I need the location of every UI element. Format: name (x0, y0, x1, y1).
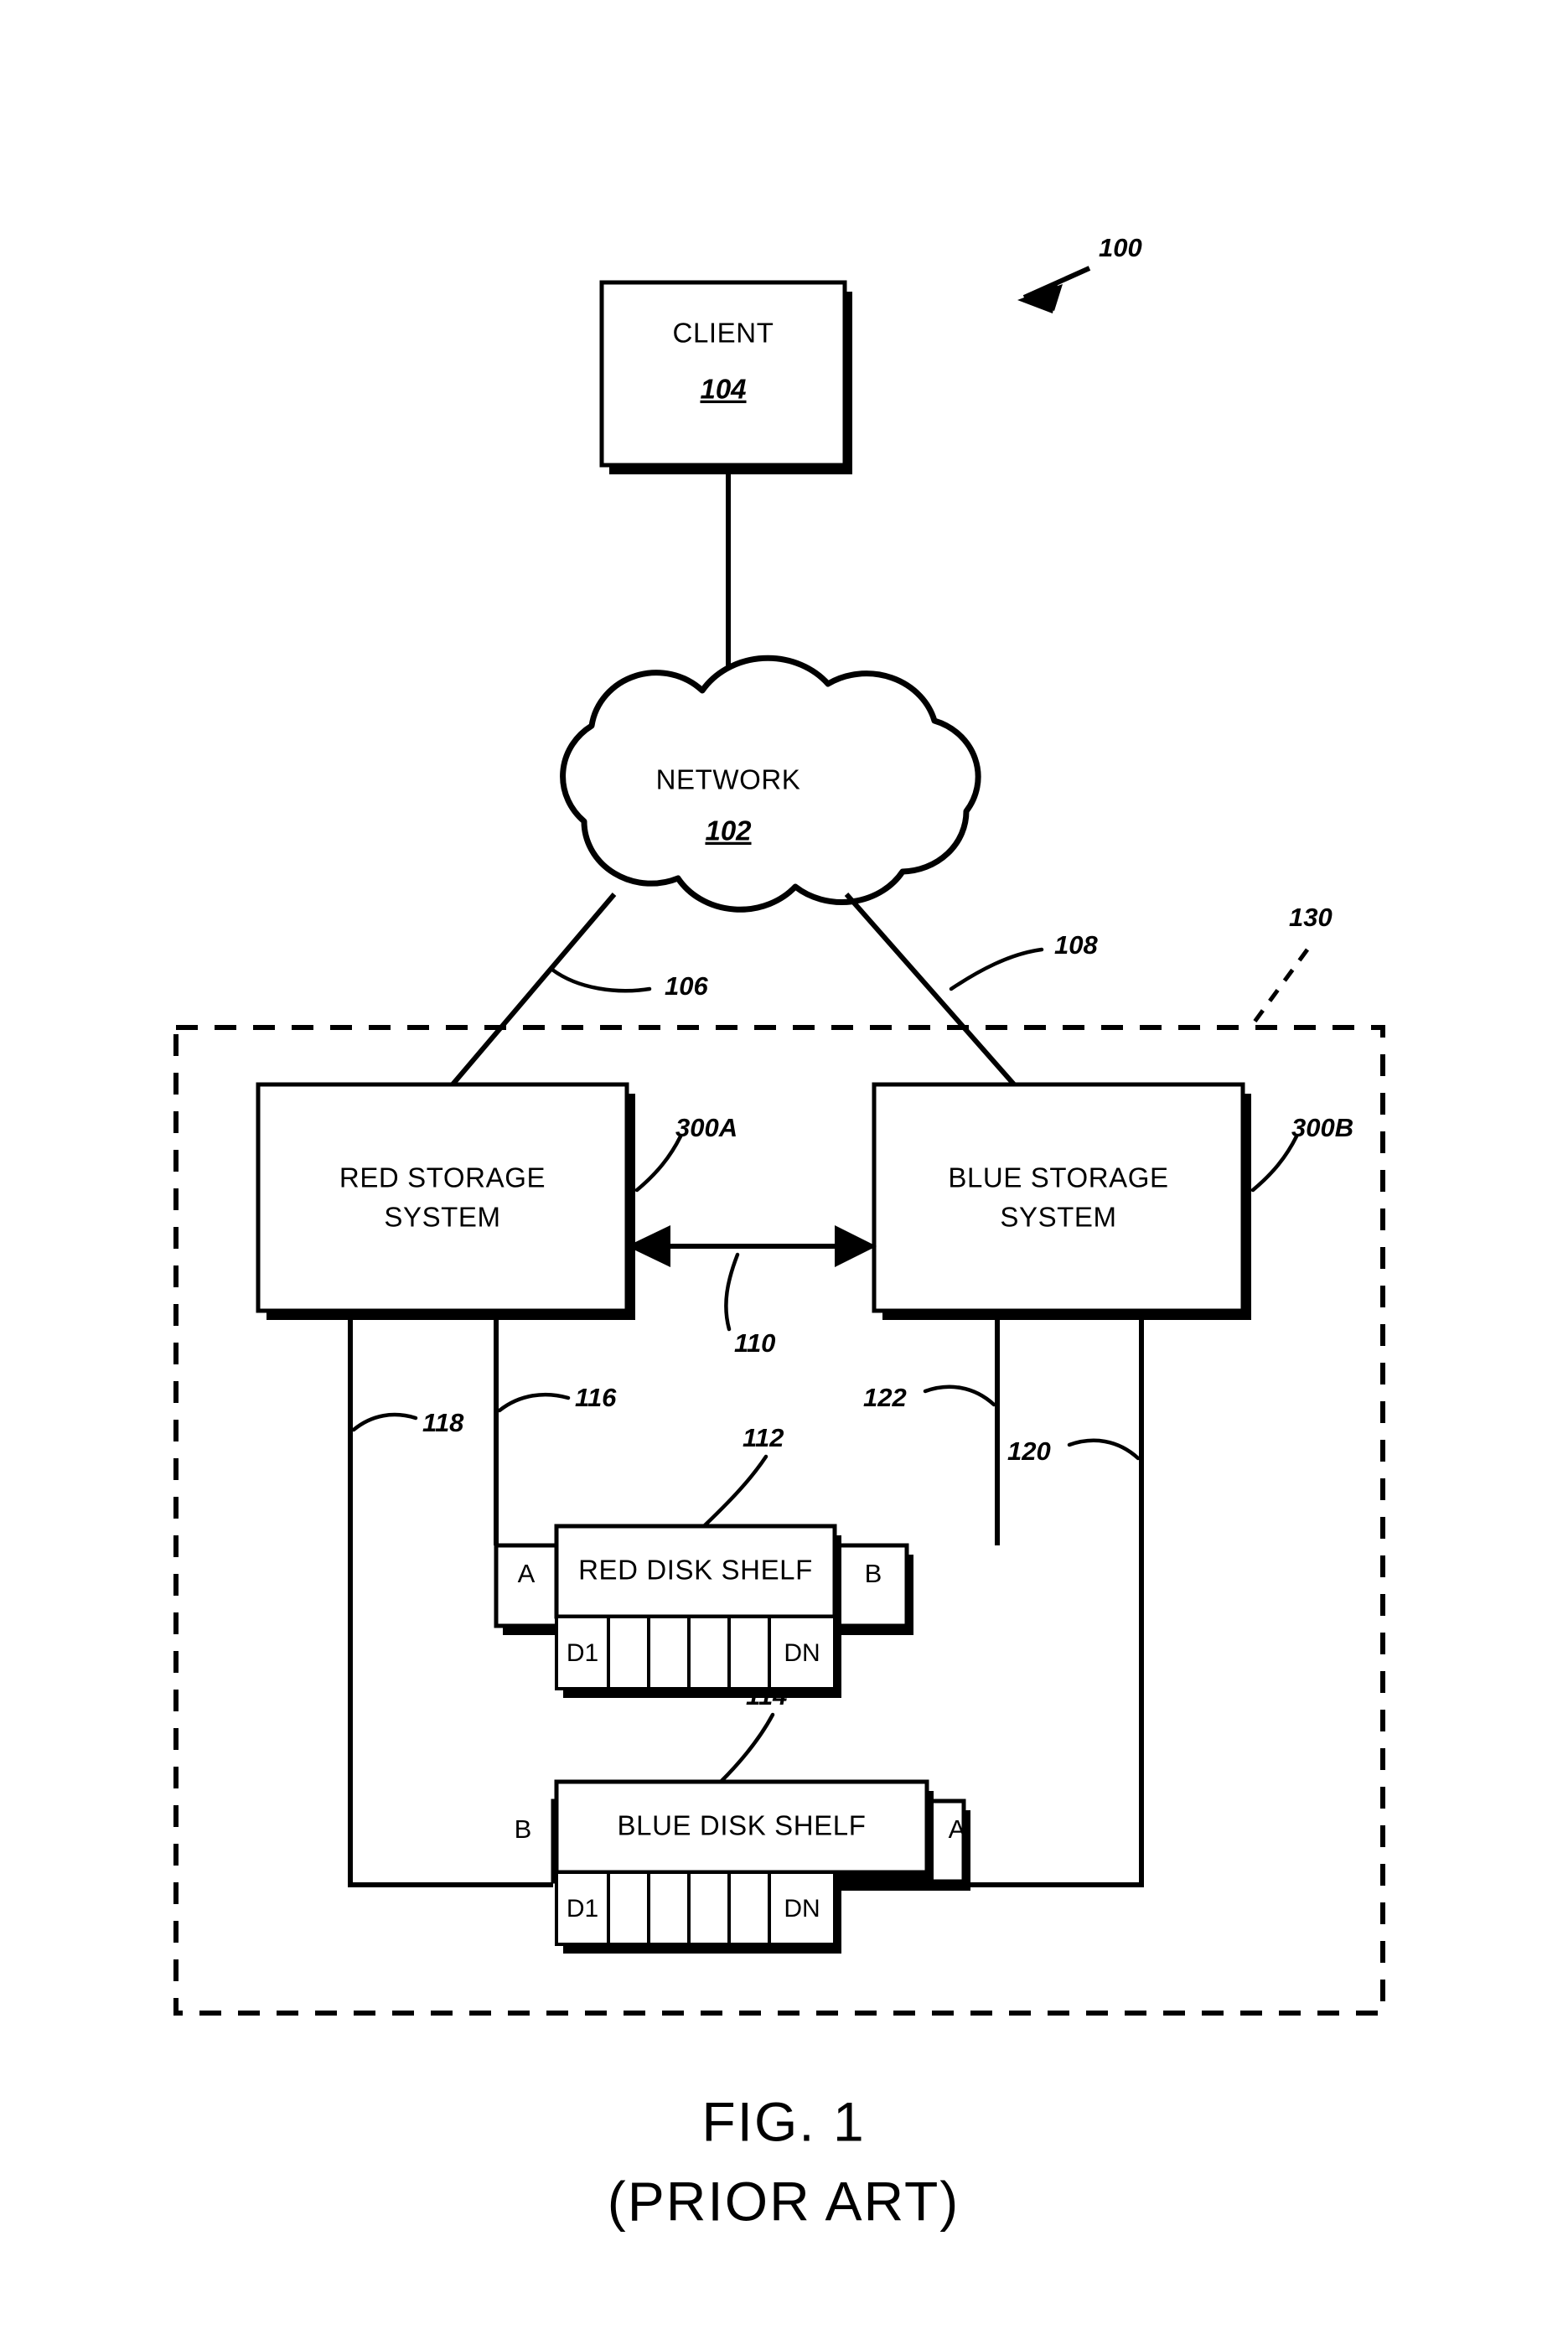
system-ref-label: 100 (1099, 233, 1142, 262)
ref-114-label: 114 (746, 1681, 787, 1711)
blue-storage-label-line1: BLUE STORAGE (948, 1162, 1168, 1193)
network-ref: 102 (705, 815, 752, 846)
ref-110-label: 110 (734, 1328, 775, 1358)
ref-108-label: 108 (1054, 930, 1098, 960)
red-disk-shelf[interactable]: RED DISK SHELF A B D1 DN (494, 1524, 913, 1698)
red-shelf-port-a: A (518, 1559, 536, 1588)
client-node[interactable]: CLIENT 104 (599, 280, 852, 474)
blue-disk-shelf-label: BLUE DISK SHELF (618, 1810, 867, 1841)
red-storage-label-line1: RED STORAGE (339, 1162, 546, 1193)
ref-106-leader (550, 967, 652, 993)
ref-106-label: 106 (665, 971, 708, 1001)
ref-300A-leader (634, 1134, 683, 1193)
red-shelf-disk-row: D1 DN (555, 1615, 836, 1690)
figure-caption-line2: (PRIOR ART) (608, 2170, 960, 2232)
network-blue-link (844, 893, 1017, 1086)
ref-116-label: 116 (575, 1383, 617, 1412)
blue-disk-shelf[interactable]: BLUE DISK SHELF B A D1 DN (515, 1779, 970, 1954)
cluster-interconnect (627, 1225, 877, 1267)
blue-shelf-port-a: A (949, 1814, 966, 1844)
ref-120-leader (1067, 1438, 1141, 1461)
red-storage-system[interactable]: RED STORAGE SYSTEM (256, 1082, 635, 1320)
blue-disk-cell-0: D1 (567, 1895, 598, 1923)
blue-storage-system[interactable]: BLUE STORAGE SYSTEM (872, 1082, 1251, 1320)
ref-108-leader (949, 947, 1044, 991)
red-storage-label-line2: SYSTEM (384, 1202, 500, 1233)
figure-canvas: 100 CLIENT 104 NETWORK 102 106 108 130 R… (173, 233, 1385, 2232)
red-disk-cell-5: DN (784, 1639, 820, 1667)
ref-300A-label: 300A (675, 1113, 737, 1142)
cable-120 (929, 1311, 1144, 1887)
client-label: CLIENT (673, 318, 774, 349)
ref-122-leader (923, 1384, 996, 1407)
ref-300B-label: 300B (1291, 1113, 1353, 1142)
ref-120-label: 120 (1007, 1436, 1051, 1466)
ref-112-label: 112 (743, 1423, 784, 1452)
patent-figure-page: 100 CLIENT 104 NETWORK 102 106 108 130 R… (0, 0, 1568, 2329)
red-disk-cell-0: D1 (567, 1639, 598, 1667)
blue-storage-label-line2: SYSTEM (1000, 1202, 1116, 1233)
blue-shelf-disk-row: D1 DN (555, 1871, 836, 1946)
red-disk-shelf-label: RED DISK SHELF (578, 1555, 813, 1586)
ref-112-leader (701, 1454, 768, 1529)
ref-116-leader (497, 1392, 571, 1413)
ref-118-label: 118 (422, 1408, 464, 1437)
ref-118-leader (351, 1412, 418, 1432)
network-node[interactable]: NETWORK 102 (560, 655, 981, 913)
ref-114-leader (718, 1712, 775, 1784)
system-ref-arrow (1017, 266, 1091, 313)
client-ref: 104 (700, 374, 746, 405)
figure-caption-line1: FIG. 1 (701, 2090, 865, 2152)
blue-disk-cell-5: DN (784, 1895, 820, 1923)
ref-130-label: 130 (1289, 903, 1333, 932)
ref-130-leader (1248, 948, 1310, 1029)
network-label: NETWORK (656, 764, 801, 795)
blue-shelf-port-b: B (515, 1814, 532, 1844)
ref-110-leader (724, 1252, 740, 1332)
red-shelf-port-b: B (865, 1559, 882, 1588)
ref-300B-leader (1250, 1134, 1299, 1193)
network-red-link (450, 893, 617, 1086)
ref-122-label: 122 (863, 1383, 907, 1412)
